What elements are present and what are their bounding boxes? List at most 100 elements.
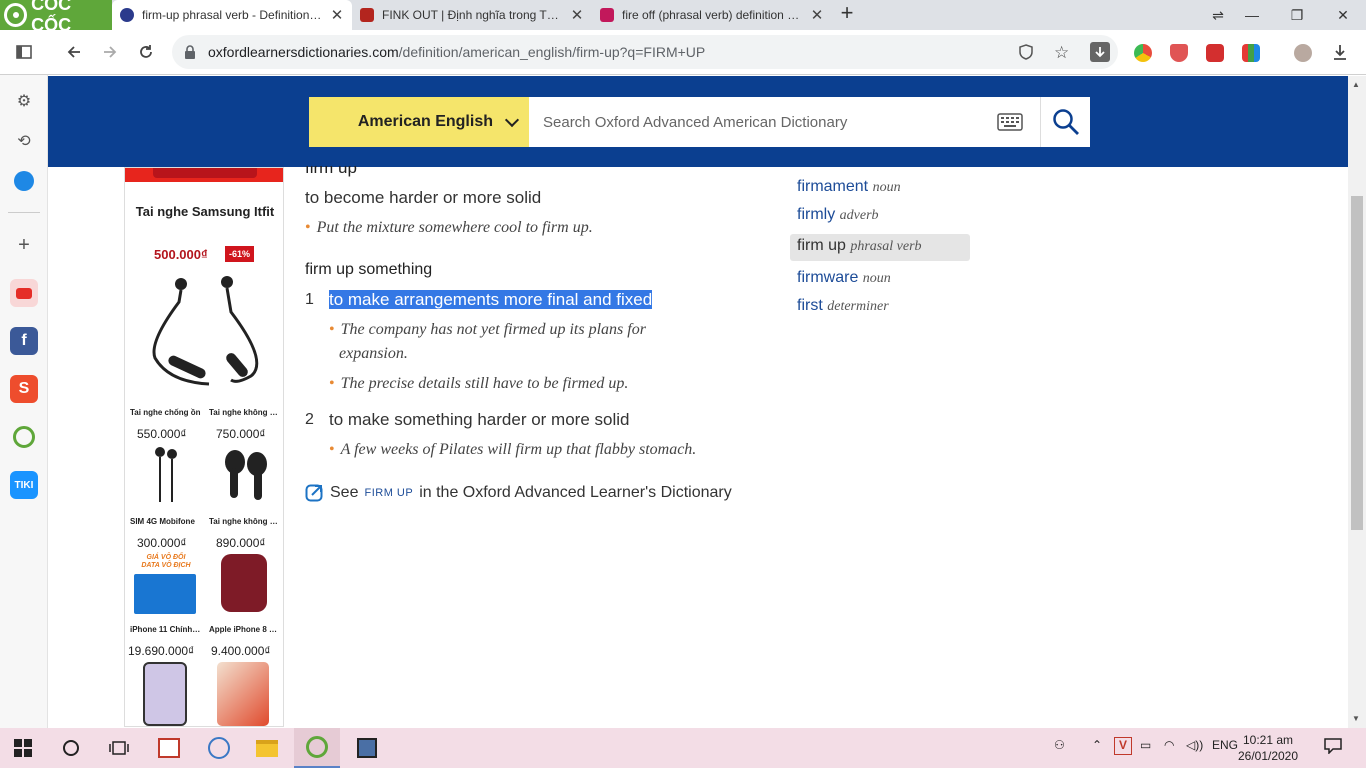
scrollbar-thumb[interactable]: [1351, 196, 1363, 530]
keyboard-icon[interactable]: [997, 113, 1023, 131]
back-button[interactable]: [60, 38, 88, 66]
youtube-icon[interactable]: [10, 279, 38, 307]
reload-button[interactable]: [132, 38, 160, 66]
ad-item-name[interactable]: iPhone 11 Chính hãng: [130, 625, 202, 634]
nearby-word-link[interactable]: firmament noun: [797, 178, 901, 196]
sidebar-divider: [8, 212, 40, 213]
ad-item-name[interactable]: Tai nghe không dây: [209, 408, 281, 417]
chevron-up-icon[interactable]: ⌃: [1092, 738, 1102, 752]
unikey-icon[interactable]: V: [1114, 737, 1132, 755]
minimize-button[interactable]: —: [1232, 0, 1272, 30]
wireless-earbuds-image[interactable]: [221, 446, 271, 504]
download-page-icon[interactable]: [1090, 42, 1110, 62]
avatar[interactable]: [1294, 44, 1312, 62]
downloads-icon[interactable]: [1326, 38, 1354, 66]
dictionary-select[interactable]: American English: [309, 97, 529, 147]
iphone-11-image[interactable]: [143, 662, 187, 726]
address-bar[interactable]: oxfordlearnersdictionaries.com/definitio…: [172, 35, 1118, 69]
battery-icon[interactable]: ▭: [1140, 738, 1151, 752]
language-indicator[interactable]: ENG: [1212, 738, 1238, 752]
cortana-search-button[interactable]: [48, 728, 94, 768]
tiki-icon[interactable]: TIKI: [10, 471, 38, 499]
ad-item-price: 750.000₫: [216, 427, 266, 441]
history-icon[interactable]: ⟲: [10, 127, 38, 155]
volume-icon[interactable]: ◁)): [1186, 738, 1203, 752]
ad-top-strip: [125, 168, 283, 182]
sense-definition: to make something harder or more solid: [329, 410, 630, 429]
windows-icon: [14, 739, 32, 757]
sim-card-image[interactable]: GIÁ VÔ ĐỐI DATA VÔ ĐỊCH: [134, 554, 196, 614]
forward-button[interactable]: [96, 38, 124, 66]
wifi-icon[interactable]: ◠: [1164, 738, 1174, 752]
people-icon[interactable]: ⚇: [1054, 738, 1065, 752]
earphones-image[interactable]: [139, 272, 271, 396]
scroll-down-icon[interactable]: ▼: [1352, 714, 1360, 723]
bullet-icon: •: [305, 219, 311, 236]
subentry-heading: firm up something: [305, 261, 433, 278]
ad-title: Tai nghe Samsung Itfit: [135, 204, 275, 219]
see-also-word[interactable]: FIRM UP: [364, 487, 413, 499]
coccoc-icon[interactable]: [10, 423, 38, 451]
close-tab-icon[interactable]: ✕: [330, 6, 344, 24]
file-explorer-button[interactable]: [244, 728, 290, 768]
url-text: oxfordlearnersdictionaries.com/definitio…: [208, 44, 706, 60]
sense-number: 2: [305, 411, 314, 428]
system-clock[interactable]: 10:21 am 26/01/2020: [1236, 732, 1300, 764]
scroll-up-icon[interactable]: ▲: [1352, 80, 1360, 89]
ad-item-name[interactable]: Apple iPhone 8 Plus: [209, 625, 281, 634]
search-input[interactable]: [529, 97, 979, 147]
extension-icon[interactable]: [1134, 44, 1152, 62]
example: • A few weeks of Pilates will firm up tha…: [329, 441, 697, 458]
example: • The company has not yet firmed up its p…: [329, 321, 646, 362]
ad-item-name[interactable]: SIM 4G Mobifone: [130, 517, 202, 526]
facebook-icon[interactable]: f: [10, 327, 38, 355]
nearby-word-link[interactable]: first determiner: [797, 297, 889, 315]
tab-title: fire off (phrasal verb) definition and s…: [622, 8, 802, 22]
notifications-icon[interactable]: [1324, 738, 1342, 757]
taskbar-app[interactable]: [344, 728, 390, 768]
app-icon: [208, 737, 230, 759]
nearby-word-link[interactable]: firmware noun: [797, 269, 891, 287]
extension-icon[interactable]: [1206, 44, 1224, 62]
wired-earphones-image[interactable]: [151, 446, 181, 504]
coccoc-taskbar-button[interactable]: [294, 728, 340, 768]
add-icon[interactable]: +: [10, 231, 38, 259]
restore-button[interactable]: ❐: [1277, 0, 1317, 30]
tab-firm-up[interactable]: firm-up phrasal verb - Definition, pictu…: [112, 0, 352, 30]
ad-price: 500.000₫: [154, 247, 208, 262]
shopee-icon[interactable]: S: [10, 375, 38, 403]
close-tab-icon[interactable]: ✕: [810, 6, 824, 24]
star-icon[interactable]: ☆: [1054, 43, 1069, 63]
extension-icon[interactable]: [1242, 44, 1260, 62]
iphone-8-image[interactable]: [217, 662, 269, 726]
shield-icon[interactable]: [1018, 44, 1034, 65]
new-tab-button[interactable]: +: [836, 2, 858, 25]
messenger-icon[interactable]: [10, 167, 38, 195]
nearby-word-link[interactable]: firmly adverb: [797, 206, 879, 224]
search-button[interactable]: [1040, 97, 1090, 147]
settings-icon[interactable]: ⚙: [10, 87, 38, 115]
ad-item-name[interactable]: Tai nghe không dây: [209, 517, 281, 526]
app-icon: [357, 738, 377, 758]
close-window-button[interactable]: ✕: [1323, 0, 1363, 30]
sidebar-toggle-icon[interactable]: [10, 38, 38, 66]
ad-banner[interactable]: Tai nghe Samsung Itfit 500.000₫ -61% Tai…: [124, 167, 284, 727]
lock-icon[interactable]: [184, 45, 196, 64]
clock-date: 26/01/2020: [1237, 749, 1299, 763]
tab-fire-off[interactable]: fire off (phrasal verb) definition and s…: [592, 0, 832, 30]
browser-logo[interactable]: CỐC CỐC: [0, 0, 112, 35]
start-button[interactable]: [0, 728, 46, 768]
task-view-button[interactable]: [96, 728, 142, 768]
earbuds-case-image[interactable]: [221, 554, 267, 612]
taskbar-app[interactable]: [196, 728, 242, 768]
close-tab-icon[interactable]: ✕: [570, 6, 584, 24]
taskbar-app[interactable]: [146, 728, 192, 768]
ad-item-name[interactable]: Tai nghe chống ồn: [130, 408, 202, 417]
tab-fink-out[interactable]: FINK OUT | Định nghĩa trong Từ điển ✕: [352, 0, 592, 30]
see-also-link[interactable]: See FIRM UP in the Oxford Advanced Learn…: [305, 483, 732, 502]
adblock-icon[interactable]: [1170, 44, 1188, 62]
oxford-favicon-icon: [120, 8, 134, 22]
nearby-word-current[interactable]: firm up phrasal verb: [790, 234, 970, 261]
page-scrollbar[interactable]: ▲ ▼: [1348, 76, 1366, 728]
definition: to become harder or more solid: [305, 188, 542, 207]
